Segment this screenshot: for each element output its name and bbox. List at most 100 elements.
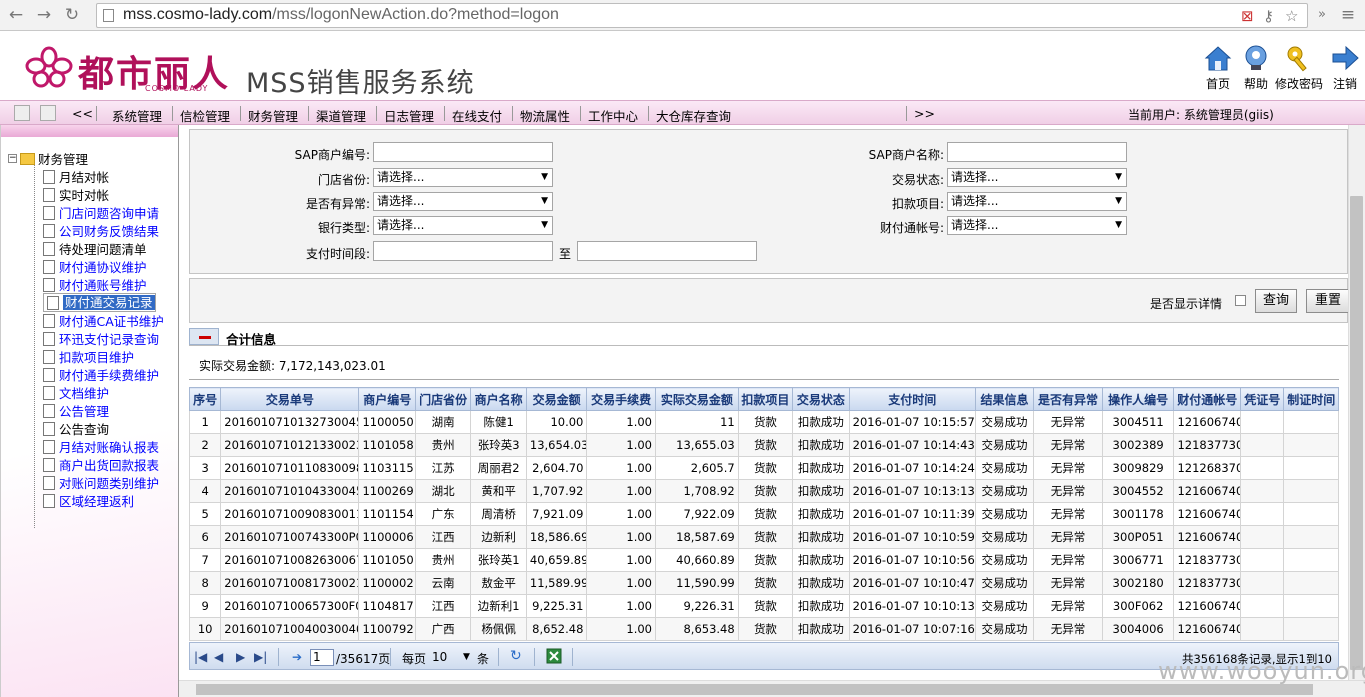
per-page-dropdown-icon[interactable]: ▼ <box>463 652 470 662</box>
star-icon[interactable]: ☆ <box>1285 7 1298 25</box>
column-header[interactable]: 是否有异常 <box>1033 387 1103 411</box>
sap-merchant-name-input[interactable] <box>947 142 1127 162</box>
table-row[interactable]: 72016010710082630067711101050贵州张玲英140,65… <box>188 548 1339 572</box>
refresh-icon[interactable]: ↻ <box>510 648 522 664</box>
store-province-select[interactable]: 请选择... ▼ <box>373 168 553 187</box>
menu-log[interactable]: 日志管理 <box>384 106 434 125</box>
sidebar-item[interactable]: 财付通手续费维护 <box>43 365 159 383</box>
trade-status-select[interactable]: 请选择... ▼ <box>947 168 1127 187</box>
vertical-scroll-thumb[interactable] <box>1350 196 1363 670</box>
column-header[interactable]: 凭证号 <box>1240 387 1285 411</box>
column-header[interactable]: 交易手续费 <box>586 387 656 411</box>
next-page-icon[interactable]: ▶ <box>236 650 245 664</box>
pay-time-start-input[interactable] <box>373 241 553 261</box>
sidebar-item-label: 财付通账号维护 <box>59 278 147 293</box>
column-header[interactable]: 财付通帐号 <box>1173 387 1242 411</box>
table-cell: 扣款成功 <box>792 456 850 480</box>
menu-icon[interactable]: ≡ <box>1338 5 1358 25</box>
menu-next[interactable]: >> <box>914 106 935 121</box>
sidebar-item[interactable]: 实时对帐 <box>43 185 109 203</box>
menu-system[interactable]: 系统管理 <box>112 106 162 125</box>
sidebar-item[interactable]: 对账问题类别维护 <box>43 473 159 491</box>
menu-channel[interactable]: 渠道管理 <box>316 106 366 125</box>
table-row[interactable]: 102016010710040030040061100792广西杨佩佩8,652… <box>188 617 1339 641</box>
forward-icon[interactable]: → <box>34 5 54 25</box>
sidebar-item[interactable]: 财付通账号维护 <box>43 275 147 293</box>
menu-inspection[interactable]: 信检管理 <box>180 106 230 125</box>
sidebar-item[interactable]: 公司财务反馈结果 <box>43 221 159 239</box>
show-detail-checkbox[interactable] <box>1235 295 1246 306</box>
extensions-chevron-icon[interactable]: » <box>1312 5 1332 25</box>
column-header[interactable]: 操作人编号 <box>1101 387 1175 411</box>
reset-button[interactable]: 重置 <box>1306 289 1350 313</box>
column-header[interactable]: 交易单号 <box>220 387 360 411</box>
back-icon[interactable]: ← <box>6 5 26 25</box>
prev-page-icon[interactable]: ◀ <box>214 650 223 664</box>
blocked-popup-icon[interactable]: ⊠ <box>1241 7 1254 25</box>
logout-button[interactable]: 注销 <box>1320 43 1365 92</box>
column-header[interactable]: 商户编号 <box>358 387 416 411</box>
collapse-summary-button[interactable] <box>189 328 219 345</box>
pay-time-end-input[interactable] <box>577 241 757 261</box>
menu-warehouse[interactable]: 大仓库存查询 <box>656 106 731 125</box>
column-header[interactable]: 商户名称 <box>470 387 527 411</box>
column-header[interactable]: 序号 <box>188 387 222 411</box>
table-row[interactable]: 52016010710090830011781101154广东周清桥7,921.… <box>188 502 1339 526</box>
sidebar-item[interactable]: 月结对账确认报表 <box>43 437 159 455</box>
collapse-toggle-icon[interactable]: − <box>8 154 17 163</box>
column-header[interactable]: 交易金额 <box>525 387 588 411</box>
sidebar-item[interactable]: 门店问题咨询申请 <box>43 203 159 221</box>
column-header[interactable]: 结果信息 <box>974 387 1035 411</box>
change-password-button[interactable]: 修改密码 <box>1274 43 1324 92</box>
go-to-page-icon[interactable]: ➔ <box>292 650 302 664</box>
sidebar-item[interactable]: 环迅支付记录查询 <box>43 329 159 347</box>
menu-logistics[interactable]: 物流属性 <box>520 106 570 125</box>
table-row[interactable]: 920160107100657300F0621104817江西边新利19,225… <box>188 594 1339 618</box>
tenpay-account-select[interactable]: 请选择... ▼ <box>947 216 1127 235</box>
query-button[interactable]: 查询 <box>1255 289 1297 313</box>
sidebar-item[interactable]: 商户出货回款报表 <box>43 455 159 473</box>
tree-root-finance[interactable]: − 财务管理 <box>8 149 88 167</box>
table-row[interactable]: 82016010710081730021801100002云南敖金平11,589… <box>188 571 1339 595</box>
horizontal-scroll-thumb[interactable] <box>196 684 1313 695</box>
sidebar-item[interactable]: 月结对帐 <box>43 167 109 185</box>
first-page-icon[interactable]: |◀ <box>194 650 207 664</box>
sidebar-item[interactable]: 公告管理 <box>43 401 109 419</box>
sidebar-item[interactable]: 公告查询 <box>43 419 109 437</box>
column-header[interactable]: 支付时间 <box>848 387 976 411</box>
menu-finance[interactable]: 财务管理 <box>248 106 298 125</box>
column-header[interactable]: 实际交易金额 <box>654 387 739 411</box>
sidebar-item[interactable]: 扣款项目维护 <box>43 347 134 365</box>
sidebar-item[interactable]: 区域经理返利 <box>43 491 134 509</box>
last-page-icon[interactable]: ▶| <box>254 650 267 664</box>
menu-work-center[interactable]: 工作中心 <box>588 106 638 125</box>
deduct-item-select[interactable]: 请选择... ▼ <box>947 192 1127 211</box>
export-excel-icon[interactable] <box>546 648 562 667</box>
key-icon[interactable]: ⚷ <box>1263 7 1274 25</box>
page-number-input[interactable]: 1 <box>310 649 334 666</box>
column-header[interactable]: 交易状态 <box>792 387 850 411</box>
per-page-select[interactable]: 10 <box>432 650 447 664</box>
sidebar-item[interactable]: 财付通协议维护 <box>43 257 147 275</box>
column-header[interactable]: 门店省份 <box>414 387 472 411</box>
sidebar-item[interactable]: 财付通CA证书维护 <box>43 311 164 329</box>
table-row[interactable]: 12016010710132730045111100050湖南陈健110.001… <box>188 410 1339 434</box>
table-row[interactable]: 42016010710104330045521100269湖北黄和平1,707.… <box>188 479 1339 503</box>
column-header[interactable]: 扣款项目 <box>737 387 794 411</box>
menu-prev[interactable]: << <box>72 106 93 121</box>
bank-type-select[interactable]: 请选择... ▼ <box>373 216 553 235</box>
table-row[interactable]: 620160107100743300P0511100006江西边新利18,586… <box>188 525 1339 549</box>
menu-online-pay[interactable]: 在线支付 <box>452 106 502 125</box>
sidebar-item[interactable]: 文档维护 <box>43 383 109 401</box>
address-bar[interactable]: mss.cosmo-lady.com/mss/logonNewAction.do… <box>96 3 1308 28</box>
sap-merchant-no-input[interactable] <box>373 142 553 162</box>
abnormal-select[interactable]: 请选择... ▼ <box>373 192 553 211</box>
table-row[interactable]: 22016010710121330023891101058贵州张玲英313,65… <box>188 433 1339 457</box>
reload-icon[interactable]: ↻ <box>62 5 82 25</box>
up-icon[interactable] <box>14 105 30 121</box>
sidebar-item[interactable]: 待处理问题清单 <box>43 239 147 257</box>
sidebar-item-selected[interactable]: 财付通交易记录 <box>43 293 156 312</box>
table-row[interactable]: 32016010710110830098291103115江苏周丽君22,604… <box>188 456 1339 480</box>
column-header[interactable]: 制证时间 <box>1283 387 1339 411</box>
collapse-icon[interactable] <box>40 105 56 121</box>
